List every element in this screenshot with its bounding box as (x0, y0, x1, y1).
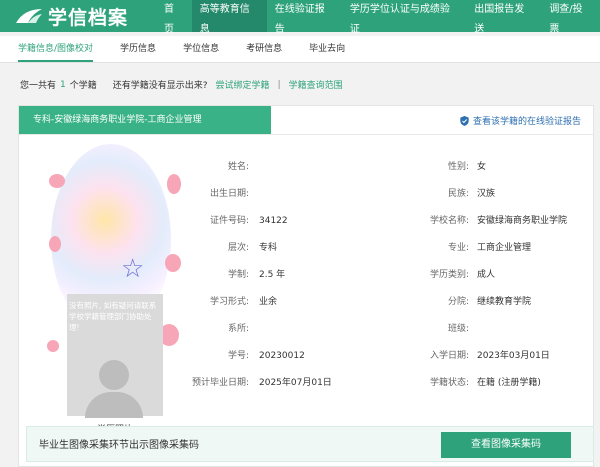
field-label: 证件号码: (209, 216, 249, 226)
summary-question: 还有学籍没有显示出来? (112, 81, 208, 91)
nav-item-survey[interactable]: 调查/投票 (541, 0, 600, 35)
summary-separator: | (277, 79, 281, 90)
image-collection-bar: 毕业生图像采集环节出示图像采集码 查看图像采集码 (26, 426, 594, 462)
nav-item-overseas-report[interactable]: 出国报告发送 (466, 0, 541, 35)
student-photo-placeholder: 没有照片, 如有疑问请联系学校学籍管理部门协助处理! (67, 294, 163, 418)
info-row: 学制: 2.5 年 学历类别: 成人 (187, 262, 587, 289)
sub-nav-bar: 学籍信息/图像校对 学历信息 学位信息 考研信息 毕业去向 (0, 36, 600, 63)
field-label: 班级: (447, 324, 469, 334)
field-label: 学历类别: (429, 270, 469, 280)
pink-sticker-dot (167, 174, 181, 194)
main-nav: 首页 高等教育信息 在线验证报告 学历学位认证与成绩验证 出国报告发送 调查/投… (156, 0, 600, 35)
verify-report-label: 查看该学籍的在线验证报告 (472, 117, 581, 127)
top-nav-bar: 学信档案 首页 高等教育信息 在线验证报告 学历学位认证与成绩验证 出国报告发送… (0, 0, 600, 35)
image-collection-text: 毕业生图像采集环节出示图像采集码 (39, 440, 199, 451)
field-label: 学制: (227, 270, 249, 280)
field-value: 成人 (477, 270, 496, 280)
pink-sticker-dot (47, 340, 59, 352)
summary-prefix: 您一共有 (20, 81, 57, 91)
pink-sticker-dot (165, 254, 181, 272)
field-label: 系所: (227, 324, 249, 334)
summary-suffix: 个学籍 (69, 81, 97, 91)
avatar-body-shape (85, 392, 143, 418)
verify-report-link[interactable]: 查看该学籍的在线验证报告 (460, 114, 581, 127)
field-label: 专业: (447, 243, 469, 253)
field-label: 入学日期: (429, 351, 469, 361)
record-card: 专科-安徽绿海商务职业学院-工商企业管理 查看该学籍的在线验证报告 ☆ 没有照片… (18, 105, 594, 467)
nav-item-higher-education[interactable]: 高等教育信息 (191, 0, 267, 35)
nav-item-home[interactable]: 首页 (156, 0, 192, 35)
record-tab[interactable]: 专科-安徽绿海商务职业学院-工商企业管理 (19, 106, 271, 134)
query-scope-link[interactable]: 学籍查询范围 (289, 78, 343, 91)
info-row: 姓名: 性别: 女 (187, 154, 587, 181)
field-value: 专科 (259, 243, 278, 253)
record-summary: 您一共有 1 个学籍 还有学籍没有显示出来? 尝试绑定学籍 | 学籍查询范围 (20, 78, 343, 92)
star-icon: ☆ (121, 254, 145, 284)
field-label: 姓名: (227, 162, 249, 172)
tab-degree[interactable]: 学位信息 (183, 36, 219, 62)
tab-student-status[interactable]: 学籍信息/图像校对 (18, 36, 94, 62)
info-row: 预计毕业日期: 2025年07月01日 学籍状态: 在籍 (注册学籍) (187, 370, 587, 397)
field-value: 在籍 (注册学籍) (477, 378, 541, 388)
info-row: 出生日期: 民族: 汉族 (187, 181, 587, 208)
field-label: 层次: (227, 243, 249, 253)
field-label: 性别: (447, 162, 469, 172)
field-value: 2.5 年 (259, 270, 286, 280)
field-label: 学校名称: (429, 216, 469, 226)
field-value: 汉族 (477, 189, 496, 199)
field-value: 20230012 (259, 351, 305, 361)
field-label: 出生日期: (209, 189, 249, 199)
info-row: 证件号码: 34122 学校名称: 安徽绿海商务职业学院 (187, 208, 587, 235)
field-value: 女 (477, 162, 487, 172)
avatar-icon (99, 360, 129, 390)
tab-postgraduate-exam[interactable]: 考研信息 (246, 36, 282, 62)
field-label: 学号: (227, 351, 249, 361)
nav-item-certification[interactable]: 学历学位认证与成绩验证 (342, 0, 466, 35)
field-value: 继续教育学院 (477, 297, 532, 307)
tab-education[interactable]: 学历信息 (120, 36, 156, 62)
field-label: 分院: (447, 297, 469, 307)
field-value: 34122 (259, 216, 288, 226)
field-value: 2025年07月01日 (259, 378, 332, 388)
logo-icon (16, 9, 42, 23)
pink-sticker-dot (49, 236, 61, 252)
tab-graduate-destination[interactable]: 毕业去向 (309, 36, 345, 62)
field-label: 学籍状态: (429, 378, 469, 388)
info-row: 层次: 专科 专业: 工商企业管理 (187, 235, 587, 262)
field-value: 安徽绿海商务职业学院 (477, 216, 568, 226)
info-row: 系所: 班级: (187, 316, 587, 343)
photo-area: ☆ 没有照片, 如有疑问请联系学校学籍管理部门协助处理! 学历照片 (41, 144, 181, 435)
logo-text: 学信档案 (48, 6, 129, 29)
record-info-grid: 姓名: 性别: 女 出生日期: 民族: 汉族 证件号码: 34122 学校名称:… (187, 154, 587, 397)
shield-icon (460, 115, 469, 126)
info-row: 学号: 20230012 入学日期: 2023年03月01日 (187, 343, 587, 370)
field-value: 2023年03月01日 (477, 351, 550, 361)
record-card-header: 专科-安徽绿海商务职业学院-工商企业管理 查看该学籍的在线验证报告 (19, 106, 593, 135)
field-label: 学习形式: (209, 297, 249, 307)
record-count: 1 (60, 79, 66, 90)
field-value: 业余 (259, 297, 278, 307)
field-label: 预计毕业日期: (191, 378, 249, 388)
pink-sticker-dot (49, 174, 65, 188)
field-value: 工商企业管理 (477, 243, 532, 253)
info-row: 学习形式: 业余 分院: 继续教育学院 (187, 289, 587, 316)
nav-item-online-report[interactable]: 在线验证报告 (267, 0, 342, 35)
field-label: 民族: (447, 189, 469, 199)
photo-note: 没有照片, 如有疑问请联系学校学籍管理部门协助处理! (69, 301, 157, 332)
view-collection-code-button[interactable]: 查看图像采集码 (441, 432, 571, 458)
logo[interactable]: 学信档案 (14, 3, 128, 29)
sub-nav: 学籍信息/图像校对 学历信息 学位信息 考研信息 毕业去向 (18, 36, 372, 62)
bind-record-link[interactable]: 尝试绑定学籍 (216, 78, 270, 91)
